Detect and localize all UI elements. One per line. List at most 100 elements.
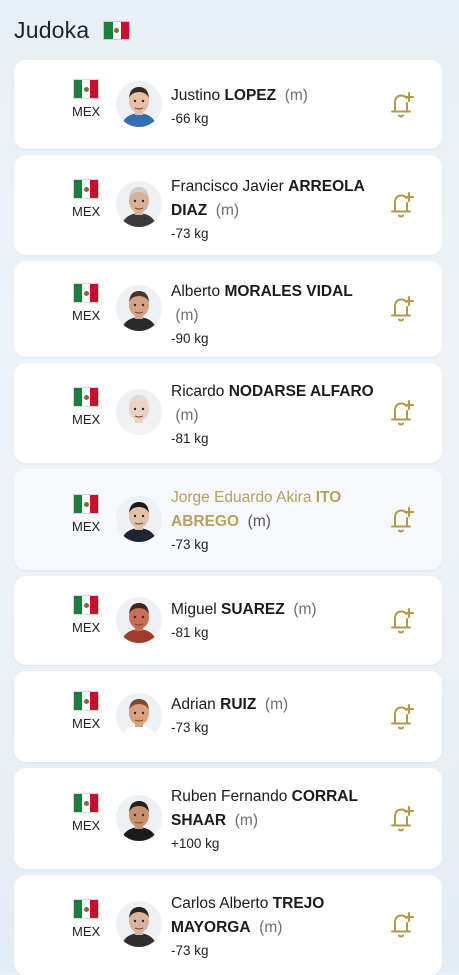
bell-plus-icon[interactable] [388,910,416,940]
athlete-name[interactable]: Carlos Alberto TREJO MAYORGA (m) [171,892,381,940]
country-code: MEX [72,308,101,323]
athlete-first-name: Adrian [171,696,216,713]
mexico-flag-icon [73,793,100,813]
athlete-name[interactable]: Jorge Eduardo Akira ITO ABREGO (m) [171,486,381,534]
athlete-weight: -90 kg [171,331,209,346]
athlete-first-name: Ricardo [171,383,225,400]
country-code: MEX [72,412,101,427]
athlete-avatar [116,901,162,947]
country-badge: MEX [72,283,100,323]
athlete-weight: -73 kg [171,537,209,552]
athlete-card[interactable]: MEX Justino LOPEZ (m) -66 kg [14,60,442,149]
page-header: Judoka [14,14,131,46]
country-badge: MEX [72,595,100,635]
athlete-avatar [116,496,162,542]
athlete-first-name: Francisco Javier [171,178,284,195]
country-code: MEX [72,519,101,534]
country-badge: MEX [72,179,100,219]
athlete-name[interactable]: Ruben Fernando CORRAL SHAAR (m) [171,785,381,833]
athlete-name[interactable]: Alberto MORALES VIDAL (m) [171,280,381,328]
country-code: MEX [72,104,101,119]
bell-plus-icon[interactable] [388,804,416,834]
athlete-avatar [116,389,162,435]
athlete-avatar [116,597,162,643]
athlete-gender: (m) [293,601,317,618]
athlete-first-name: Alberto [171,283,221,300]
athlete-card[interactable]: MEX Alberto MORALES VIDAL (m) -90 kg [14,261,442,357]
athlete-avatar [116,285,162,331]
athlete-gender: (m) [234,812,258,829]
athlete-card[interactable]: MEX Francisco Javier ARREOLA DIAZ (m) -7… [14,155,442,255]
mexico-flag-icon [73,387,100,407]
athlete-first-name: Justino [171,87,221,104]
athlete-last-name: SUAREZ [220,601,285,618]
athlete-name[interactable]: Adrian RUIZ (m) [171,693,381,717]
athlete-avatar [116,181,162,227]
country-badge: MEX [72,793,100,833]
country-badge: MEX [72,387,100,427]
country-code: MEX [72,924,101,939]
athlete-info: Ricardo NODARSE ALFARO (m) -81 kg [171,380,381,450]
athlete-card[interactable]: MEX Adrian RUIZ (m) -73 kg [14,671,442,762]
page-title: Judoka [14,16,90,43]
athlete-info: Adrian RUIZ (m) -73 kg [171,693,381,739]
country-badge: MEX [72,494,100,534]
athlete-gender: (m) [284,87,308,104]
athlete-name[interactable]: Miguel SUAREZ (m) [171,598,381,622]
athlete-gender: (m) [247,513,271,530]
mexico-flag-icon [73,283,100,303]
athlete-info: Justino LOPEZ (m) -66 kg [171,84,381,130]
athlete-info: Carlos Alberto TREJO MAYORGA (m) -73 kg [171,892,381,962]
athlete-last-name: NODARSE ALFARO [228,383,374,400]
country-badge: MEX [72,691,100,731]
athlete-first-name: Jorge Eduardo Akira [171,489,312,506]
athlete-card[interactable]: MEX Ricardo NODARSE ALFARO (m) -81 kg [14,363,442,463]
athlete-weight: -81 kg [171,625,209,640]
bell-plus-icon[interactable] [388,190,416,220]
bell-plus-icon[interactable] [388,90,416,120]
country-badge: MEX [72,899,100,939]
athlete-name[interactable]: Ricardo NODARSE ALFARO (m) [171,380,381,428]
mexico-flag-icon [73,179,100,199]
athlete-gender: (m) [264,696,289,713]
mexico-flag-icon [73,595,100,615]
bell-plus-icon[interactable] [388,505,416,535]
athlete-gender: (m) [175,407,199,424]
country-code: MEX [72,204,101,219]
country-badge: MEX [72,79,100,119]
athlete-card[interactable]: MEX Jorge Eduardo Akira ITO ABREGO (m) -… [14,469,442,570]
athlete-last-name: RUIZ [220,696,257,713]
mexico-flag-icon [73,79,100,99]
country-code: MEX [72,716,101,731]
mexico-flag-icon [103,20,131,40]
athlete-weight: -66 kg [171,111,209,126]
athlete-weight: -73 kg [171,720,209,735]
athlete-first-name: Ruben Fernando [171,788,288,805]
bell-plus-icon[interactable] [388,294,416,324]
athlete-weight: -73 kg [171,943,209,958]
athlete-name[interactable]: Justino LOPEZ (m) [171,84,381,108]
athlete-info: Alberto MORALES VIDAL (m) -90 kg [171,280,381,350]
athlete-weight: -81 kg [171,431,209,446]
athlete-avatar [116,81,162,127]
athlete-first-name: Miguel [171,601,217,618]
athlete-info: Miguel SUAREZ (m) -81 kg [171,598,381,644]
athlete-last-name: MORALES VIDAL [224,283,353,300]
athlete-avatar [116,693,162,739]
bell-plus-icon[interactable] [388,606,416,636]
athlete-avatar [116,795,162,841]
athlete-info: Francisco Javier ARREOLA DIAZ (m) -73 kg [171,175,381,245]
athlete-name[interactable]: Francisco Javier ARREOLA DIAZ (m) [171,175,381,223]
athlete-gender: (m) [215,202,240,219]
mexico-flag-icon [73,494,100,514]
athlete-last-name: LOPEZ [224,87,277,104]
athlete-gender: (m) [259,919,283,936]
athlete-first-name: Carlos Alberto [171,895,269,912]
bell-plus-icon[interactable] [388,398,416,428]
mexico-flag-icon [73,691,100,711]
athlete-card[interactable]: MEX Miguel SUAREZ (m) -81 kg [14,576,442,665]
bell-plus-icon[interactable] [388,702,416,732]
athlete-weight: -73 kg [171,226,209,241]
athlete-card[interactable]: MEX Carlos Alberto TREJO MAYORGA (m) -73… [14,875,442,975]
athlete-card[interactable]: MEX Ruben Fernando CORRAL SHAAR (m) +100… [14,768,442,869]
